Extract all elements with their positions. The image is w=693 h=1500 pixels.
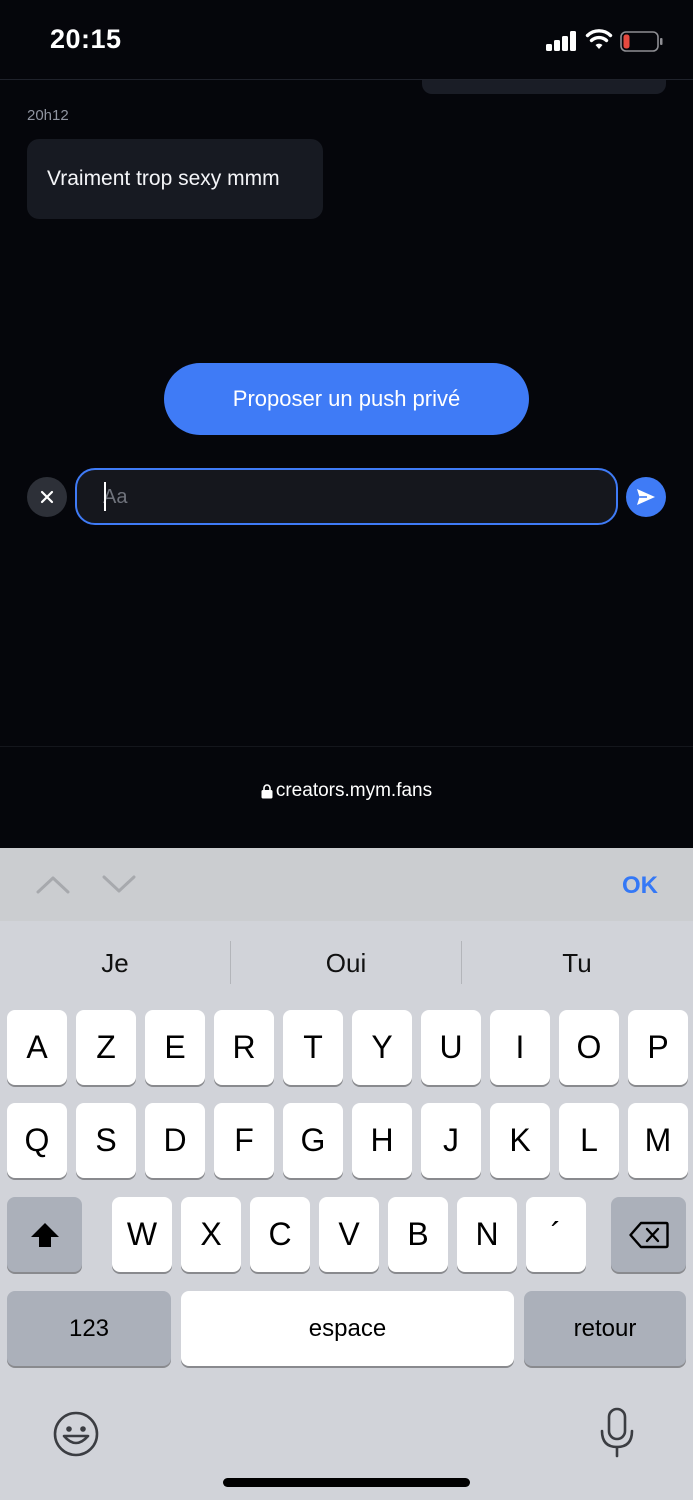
home-indicator xyxy=(223,1478,470,1487)
key-z[interactable]: Z xyxy=(76,1010,136,1085)
message-timestamp: 20h12 xyxy=(27,107,69,124)
microphone-icon[interactable] xyxy=(598,1407,636,1459)
key-e[interactable]: E xyxy=(145,1010,205,1085)
key-k[interactable]: K xyxy=(490,1103,550,1178)
status-time: 20:15 xyxy=(50,24,122,54)
wifi-icon xyxy=(585,29,613,49)
key-b[interactable]: B xyxy=(388,1197,448,1272)
key-n[interactable]: N xyxy=(457,1197,517,1272)
key-i[interactable]: I xyxy=(490,1010,550,1085)
key-s[interactable]: S xyxy=(76,1103,136,1178)
suggestion-bar: Je Oui Tu xyxy=(0,921,693,1007)
backspace-icon xyxy=(628,1221,669,1248)
ok-button[interactable]: OK xyxy=(622,872,658,900)
key-h[interactable]: H xyxy=(352,1103,412,1178)
text-caret xyxy=(104,482,106,511)
send-icon xyxy=(637,489,655,505)
suggestion-item[interactable]: Oui xyxy=(231,948,461,979)
message-input-wrapper[interactable] xyxy=(75,468,618,525)
previous-message-bubble xyxy=(422,80,666,94)
key-accent[interactable]: ´ xyxy=(526,1197,586,1272)
key-o[interactable]: O xyxy=(559,1010,619,1085)
propose-push-button[interactable]: Proposer un push privé xyxy=(164,363,529,435)
numbers-key[interactable]: 123 xyxy=(7,1291,171,1366)
key-x[interactable]: X xyxy=(181,1197,241,1272)
return-key[interactable]: retour xyxy=(524,1291,686,1366)
key-g[interactable]: G xyxy=(283,1103,343,1178)
lock-icon xyxy=(261,784,273,799)
key-r[interactable]: R xyxy=(214,1010,274,1085)
key-d[interactable]: D xyxy=(145,1103,205,1178)
key-a[interactable]: A xyxy=(7,1010,67,1085)
keyboard: Je Oui Tu AZERTYUIOP QSDFGHJKLM W X C V B N ´ … xyxy=(0,921,693,1500)
key-t[interactable]: T xyxy=(283,1010,343,1085)
message-text: Vraiment trop sexy mmm xyxy=(47,167,280,190)
emoji-icon[interactable] xyxy=(52,1410,100,1458)
url-text: creators.mym.fans xyxy=(275,780,433,801)
key-u[interactable]: U xyxy=(421,1010,481,1085)
close-button[interactable] xyxy=(27,477,67,517)
backspace-key[interactable] xyxy=(611,1197,686,1272)
suggestion-item[interactable]: Tu xyxy=(462,948,692,979)
shift-key[interactable] xyxy=(7,1197,82,1272)
key-j[interactable]: J xyxy=(421,1103,481,1178)
signal-icon xyxy=(546,31,578,51)
browser-url-bar[interactable]: creators.mym.fans xyxy=(0,746,693,848)
key-c[interactable]: C xyxy=(250,1197,310,1272)
chevron-down-icon[interactable] xyxy=(101,870,137,898)
status-bar: 20:15 xyxy=(0,0,693,80)
key-v[interactable]: V xyxy=(319,1197,379,1272)
key-p[interactable]: P xyxy=(628,1010,688,1085)
message-input[interactable] xyxy=(103,482,593,512)
keyboard-accessory-bar: OK xyxy=(0,848,693,921)
key-q[interactable]: Q xyxy=(7,1103,67,1178)
send-button[interactable] xyxy=(626,477,666,517)
key-l[interactable]: L xyxy=(559,1103,619,1178)
close-icon xyxy=(40,490,54,504)
key-w[interactable]: W xyxy=(112,1197,172,1272)
shift-icon xyxy=(30,1222,59,1247)
key-y[interactable]: Y xyxy=(352,1010,412,1085)
message-bubble: Vraiment trop sexy mmm xyxy=(27,139,323,219)
battery-low-icon xyxy=(620,31,663,52)
space-key[interactable]: espace xyxy=(181,1291,514,1366)
chevron-up-icon[interactable] xyxy=(35,870,71,898)
key-m[interactable]: M xyxy=(628,1103,688,1178)
key-f[interactable]: F xyxy=(214,1103,274,1178)
suggestion-item[interactable]: Je xyxy=(0,948,230,979)
